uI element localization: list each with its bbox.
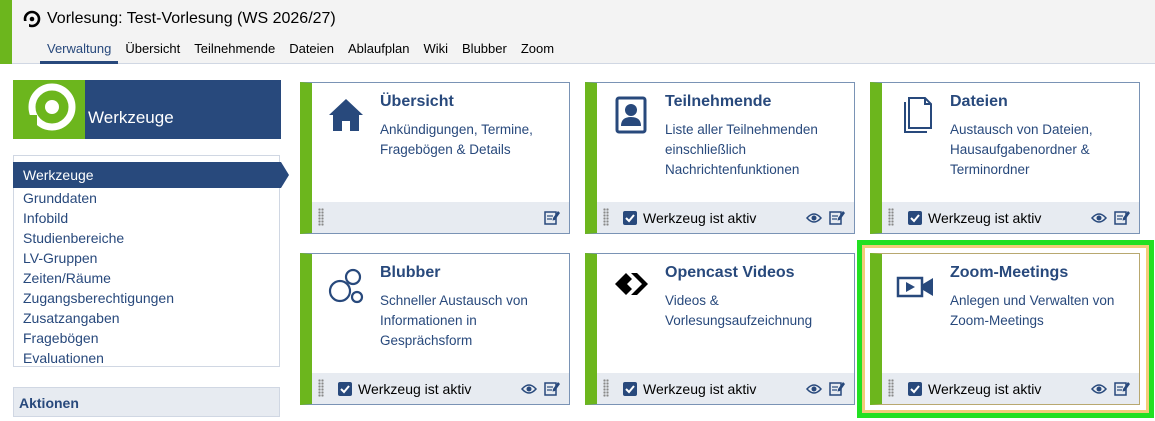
actions-widget: Aktionen [13,387,280,417]
tool-tile-zoom-meetings: Zoom-Meetings Anlegen und Verwalten von … [870,253,1140,405]
drag-handle[interactable] [603,379,609,397]
tile-description: Anlegen und Verwalten von Zoom-Meetings [950,293,1115,328]
edit-icon[interactable] [1114,380,1130,396]
opencast-icon [615,273,648,295]
video-camera-icon [896,276,933,298]
tile-footer: Werkzeug ist aktiv [882,202,1139,233]
nav-tab-uebersicht[interactable]: Übersicht [118,40,187,64]
studip-logo-icon [23,10,41,28]
checkmark-icon [625,385,635,394]
eye-icon[interactable] [1091,212,1107,224]
drag-handle[interactable] [603,208,609,226]
nav-tab-verwaltung[interactable]: Verwaltung [40,40,119,64]
sidebar-item-zeiten-raeume[interactable]: Zeiten/Räume [23,268,174,288]
sidebar-nav: Werkzeuge Grunddaten Infobild Studienber… [13,155,289,368]
sidebar-item-werkzeuge[interactable]: Werkzeuge [13,162,289,188]
tile-title[interactable]: Teilnehmende [665,93,771,111]
checkmark-icon [340,385,350,394]
tool-tile-teilnehmende: Teilnehmende Liste aller Teilnehmenden e… [585,82,855,234]
checkmark-icon [910,214,920,223]
files-icon [904,97,932,133]
course-title-wrap: Vorlesung: Test-Vorlesung (WS 2026/27) [22,9,336,29]
tool-active-label: Werkzeug ist aktiv [643,381,757,397]
drag-handle[interactable] [318,379,324,397]
tile-footer: Werkzeug ist aktiv [597,202,854,233]
course-nav: Verwaltung Übersicht Teilnehmende Dateie… [40,40,561,64]
nav-tab-dateien[interactable]: Dateien [282,40,341,64]
nav-tab-wiki[interactable]: Wiki [416,40,455,64]
drag-handle[interactable] [888,208,894,226]
eye-icon[interactable] [1091,383,1107,395]
sidebar-banner-title: Werkzeuge [88,108,174,127]
eye-icon[interactable] [806,212,822,224]
tile-description: Videos & Vorlesungsaufzeichnung [665,293,813,328]
tool-tile-blubber: Blubber Schneller Austausch von Informat… [300,253,570,405]
tile-description: Schneller Austausch von Informationen in… [380,293,528,348]
tool-active-checkbox[interactable] [908,211,922,225]
edit-icon[interactable] [544,380,560,396]
tile-footer [312,202,569,233]
nav-tab-ablaufplan[interactable]: Ablaufplan [341,40,416,64]
edit-icon[interactable] [544,209,560,225]
checkmark-icon [625,214,635,223]
tile-footer: Werkzeug ist aktiv [312,373,569,404]
tool-active-label: Werkzeug ist aktiv [358,381,472,397]
edit-icon[interactable] [829,380,845,396]
tool-tile-opencast-videos: Opencast Videos Videos & Vorlesungsaufze… [585,253,855,405]
tool-active-label: Werkzeug ist aktiv [928,210,1042,226]
drag-handle[interactable] [888,379,894,397]
edit-icon[interactable] [829,209,845,225]
sidebar-banner: Werkzeuge [13,80,281,139]
tool-active-checkbox[interactable] [623,382,637,396]
tool-tile-uebersicht: Übersicht Ankündigungen, Termine, Frageb… [300,82,570,234]
tile-description: Austausch von Dateien, Hausaufgabenordne… [950,122,1093,177]
tile-footer: Werkzeug ist aktiv [597,373,854,404]
studip-logo-large-icon [23,83,76,137]
person-card-icon [615,96,647,134]
tile-footer: Werkzeug ist aktiv [882,373,1139,404]
tile-title[interactable]: Übersicht [380,93,454,111]
eye-icon[interactable] [806,383,822,395]
sidebar-item-zugangsberechtigungen[interactable]: Zugangsberechtigungen [23,288,174,308]
edit-icon[interactable] [1114,209,1130,225]
actions-title: Aktionen [19,395,79,411]
sidebar-item-infobild[interactable]: Infobild [23,208,174,228]
sidebar-item-list: Grunddaten Infobild Studienbereiche LV-G… [23,188,174,368]
checkmark-icon [910,385,920,394]
tile-title[interactable]: Blubber [380,264,440,282]
tile-description: Liste aller Teilnehmenden einschließlich… [665,122,818,177]
nav-tab-teilnehmende[interactable]: Teilnehmende [187,40,282,64]
course-title: Vorlesung: Test-Vorlesung (WS 2026/27) [47,10,336,27]
course-header: Vorlesung: Test-Vorlesung (WS 2026/27) V… [0,0,1155,64]
sidebar-item-evaluationen[interactable]: Evaluationen [23,348,174,368]
sidebar-item-grunddaten[interactable]: Grunddaten [23,188,174,208]
nav-tab-blubber[interactable]: Blubber [455,40,514,64]
tool-active-label: Werkzeug ist aktiv [643,210,757,226]
bubbles-icon [328,268,364,304]
nav-tab-zoom[interactable]: Zoom [514,40,561,64]
tile-title[interactable]: Opencast Videos [665,264,795,282]
tool-active-checkbox[interactable] [908,382,922,396]
tile-description: Ankündigungen, Termine, Fragebögen & Det… [380,122,533,157]
sidebar-item-lv-gruppen[interactable]: LV-Gruppen [23,248,174,268]
sidebar-item-frageboegen[interactable]: Fragebögen [23,328,174,348]
tool-active-checkbox[interactable] [338,382,352,396]
eye-icon[interactable] [521,383,537,395]
drag-handle[interactable] [318,208,324,226]
header-accent-bar [0,0,12,64]
house-icon [329,99,363,131]
tool-active-checkbox[interactable] [623,211,637,225]
sidebar-item-studienbereiche[interactable]: Studienbereiche [23,228,174,248]
tile-title[interactable]: Zoom-Meetings [950,264,1068,282]
tile-title[interactable]: Dateien [950,93,1008,111]
tool-active-label: Werkzeug ist aktiv [928,381,1042,397]
tool-tile-dateien: Dateien Austausch von Dateien, Hausaufga… [870,82,1140,234]
sidebar-item-zusatzangaben[interactable]: Zusatzangaben [23,308,174,328]
